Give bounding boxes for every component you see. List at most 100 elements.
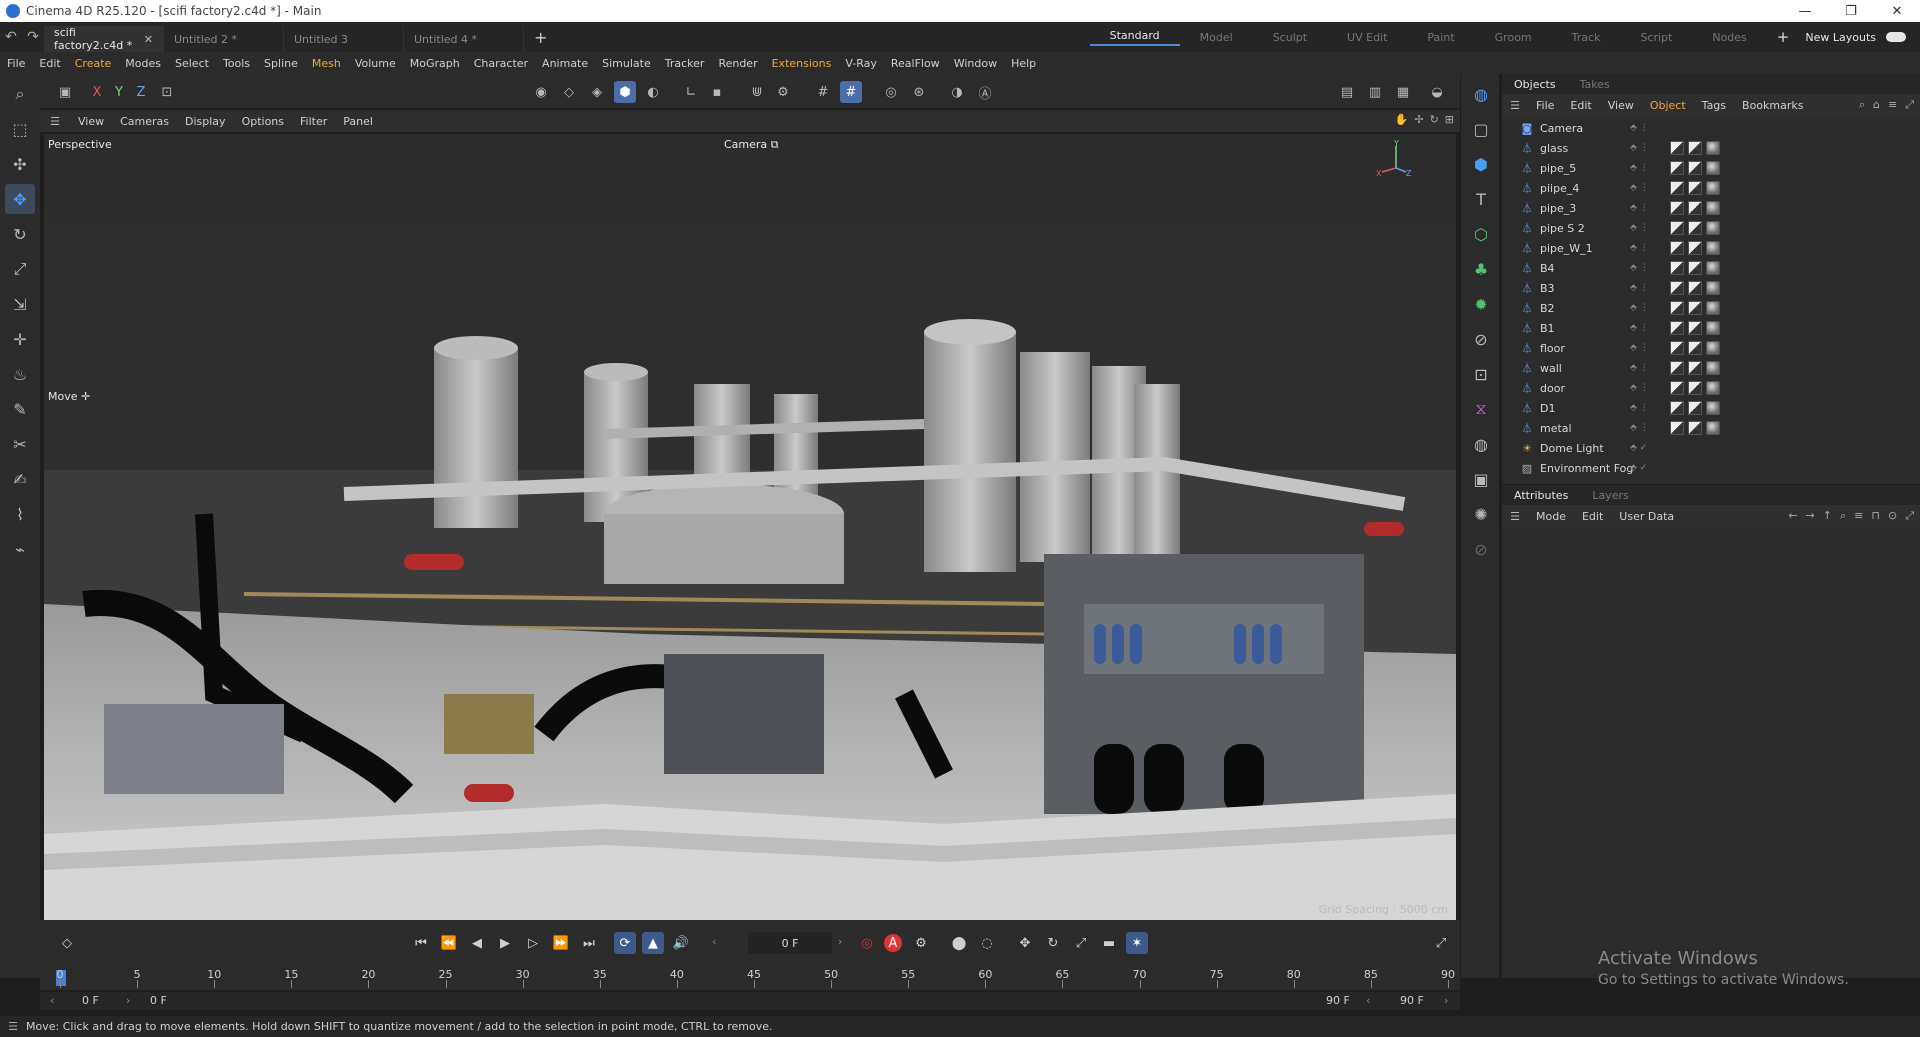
viewport-menu-panel[interactable]: Panel	[335, 115, 381, 128]
add-layout-icon[interactable]: +	[1767, 28, 1800, 46]
auto-keying-icon[interactable]: A	[884, 934, 902, 952]
scale-tool-icon[interactable]: ⤢	[5, 254, 35, 284]
visibility-dots-icon[interactable]: ⬘ ⋮	[1630, 303, 1649, 313]
compositing-tag-icon[interactable]	[1688, 141, 1702, 155]
layout-sculpt[interactable]: Sculpt	[1253, 31, 1327, 44]
layout-groom[interactable]: Groom	[1475, 31, 1552, 44]
loop-icon[interactable]: ⟳	[614, 932, 636, 954]
camera-object-icon[interactable]: ⊡	[1466, 359, 1496, 389]
menu-vray[interactable]: V-Ray	[838, 57, 884, 70]
null-object-icon[interactable]: ▢	[1466, 114, 1496, 144]
object-row[interactable]: ⏃ pipe_W_1 ⬘ ⋮	[1502, 238, 1920, 258]
next-key-icon[interactable]: ⏩	[550, 932, 572, 954]
viewport-menu-display[interactable]: Display	[177, 115, 234, 128]
phong-tag-icon[interactable]	[1670, 181, 1684, 195]
tab-layers[interactable]: Layers	[1580, 489, 1640, 502]
smooth-tool-icon[interactable]: ⌇	[5, 499, 35, 529]
layout-track[interactable]: Track	[1552, 31, 1621, 44]
search-icon[interactable]: ⌕	[5, 79, 35, 109]
cloner-icon[interactable]: ♣	[1466, 254, 1496, 284]
light-object-icon[interactable]: ✺	[1466, 499, 1496, 529]
menu-edit[interactable]: Edit	[32, 57, 67, 70]
points-mode-icon[interactable]: ◉	[530, 81, 552, 103]
object-row[interactable]: ⏃ piipe_4 ⬘ ⋮	[1502, 178, 1920, 198]
menu-extensions[interactable]: Extensions	[765, 57, 839, 70]
tab-objects[interactable]: Objects	[1502, 78, 1568, 91]
object-row[interactable]: ⏃ pipe_5 ⬘ ⋮	[1502, 158, 1920, 178]
compositing-tag-icon[interactable]	[1688, 241, 1702, 255]
previous-key-icon[interactable]: ⏪	[438, 932, 460, 954]
layout-script[interactable]: Script	[1620, 31, 1692, 44]
menu-spline[interactable]: Spline	[257, 57, 305, 70]
viewport-solo-icon[interactable]: ◑	[946, 81, 968, 103]
menu-modes[interactable]: Modes	[118, 57, 168, 70]
timeline-ruler[interactable]: 0 5 10 15 20 25 30 35 40 45 50 55 60 65 70 75 80 85 90	[40, 966, 1460, 990]
workplane-icon[interactable]: ▪	[706, 81, 728, 103]
texture-mode-icon[interactable]: ◐	[642, 81, 664, 103]
compositing-tag-icon[interactable]	[1688, 161, 1702, 175]
frame-decrement-icon[interactable]: ‹	[712, 935, 716, 948]
dolly-icon[interactable]: ✢	[1414, 113, 1423, 126]
visibility-dots-icon[interactable]: ⬘ ⋮	[1630, 423, 1649, 433]
sculpt-tool-icon[interactable]: ✍	[5, 464, 35, 494]
compositing-tag-icon[interactable]	[1688, 221, 1702, 235]
visibility-dots-icon[interactable]: ⬘ ⋮	[1630, 403, 1649, 413]
phong-tag-icon[interactable]	[1670, 141, 1684, 155]
menu-simulate[interactable]: Simulate	[595, 57, 658, 70]
render-view-icon[interactable]: ▥	[1364, 81, 1386, 103]
visibility-dots-icon[interactable]: ⬘ ⋮	[1630, 383, 1649, 393]
new-tab-icon[interactable]: +	[534, 28, 547, 47]
phong-tag-icon[interactable]	[1670, 341, 1684, 355]
tab-takes[interactable]: Takes	[1568, 78, 1622, 91]
coordinate-system-icon[interactable]: ⊡	[156, 81, 178, 103]
compositing-tag-icon[interactable]	[1688, 401, 1702, 415]
viewport-settings-icon[interactable]: ◍	[1466, 79, 1496, 109]
object-row[interactable]: ⏃ door ⬘ ⋮	[1502, 378, 1920, 398]
phong-tag-icon[interactable]	[1670, 401, 1684, 415]
filter-icon[interactable]: ≡	[1854, 509, 1863, 523]
material-tag-icon[interactable]	[1706, 181, 1720, 195]
viewport-menu-filter[interactable]: Filter	[292, 115, 335, 128]
snap-settings-icon[interactable]: ✣	[5, 149, 35, 179]
transfer-tool-icon[interactable]: ⇲	[5, 289, 35, 319]
close-window-button[interactable]: ✕	[1874, 0, 1920, 22]
soft-selection-icon[interactable]: ◎	[880, 81, 902, 103]
settings-icon[interactable]: ⊙	[1888, 509, 1897, 523]
visibility-dots-icon[interactable]: ⬘ ⋮	[1630, 203, 1649, 213]
back-arrow-icon[interactable]: ←	[1788, 509, 1797, 523]
visibility-check-icon[interactable]: ⬘ ✓	[1630, 463, 1647, 473]
key-pla-icon[interactable]: ⤢	[1070, 932, 1092, 954]
material-tag-icon[interactable]	[1706, 341, 1720, 355]
menu-volume[interactable]: Volume	[348, 57, 403, 70]
visibility-dots-icon[interactable]: ⬘ ⋮	[1630, 183, 1649, 193]
viewport-menu-options[interactable]: Options	[234, 115, 292, 128]
menu-select[interactable]: Select	[168, 57, 216, 70]
material-tag-icon[interactable]	[1706, 401, 1720, 415]
material-tag-icon[interactable]	[1706, 281, 1720, 295]
range-left-arrow-icon[interactable]: ‹	[50, 994, 54, 1007]
tab-untitled-3[interactable]: Untitled 3	[284, 26, 404, 52]
menu-animate[interactable]: Animate	[535, 57, 595, 70]
render-settings-icon[interactable]: ◒	[1426, 81, 1448, 103]
menu-tracker[interactable]: Tracker	[658, 57, 712, 70]
material-tag-icon[interactable]	[1706, 221, 1720, 235]
material-tag-icon[interactable]	[1706, 361, 1720, 375]
menu-tools[interactable]: Tools	[216, 57, 257, 70]
objects-menu-edit[interactable]: Edit	[1562, 99, 1599, 112]
objects-menu-view[interactable]: View	[1600, 99, 1642, 112]
object-row[interactable]: ⏃ floor ⬘ ⋮	[1502, 338, 1920, 358]
tab-untitled-4[interactable]: Untitled 4 *	[404, 26, 524, 52]
edges-mode-icon[interactable]: ◇	[558, 81, 580, 103]
record-active-objects-icon[interactable]: ◎	[856, 932, 878, 954]
render-to-picture-viewer-icon[interactable]: ▦	[1392, 81, 1414, 103]
previous-frame-icon[interactable]: ◀	[466, 932, 488, 954]
grid-snap-icon[interactable]: #	[812, 81, 834, 103]
menu-realflow[interactable]: RealFlow	[884, 57, 947, 70]
viewport-menu-cameras[interactable]: Cameras	[112, 115, 177, 128]
effector-icon[interactable]: ⧖	[1466, 394, 1496, 424]
environment-icon[interactable]: ◍	[1466, 429, 1496, 459]
undo-icon[interactable]: ↶	[0, 29, 22, 45]
workplane-snap-icon[interactable]: #	[840, 81, 862, 103]
attributes-menu-user-data[interactable]: User Data	[1611, 510, 1682, 523]
maximize-view-icon[interactable]: ⊞	[1445, 113, 1454, 126]
